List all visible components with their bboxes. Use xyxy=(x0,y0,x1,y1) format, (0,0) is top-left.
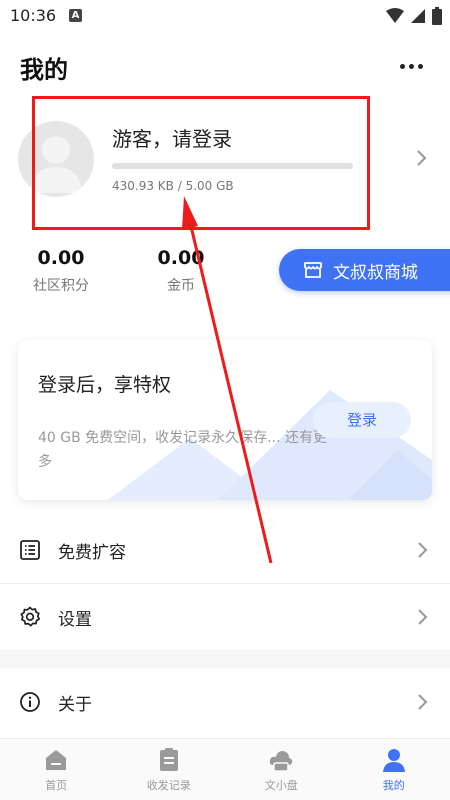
menu-item-about[interactable]: 关于 xyxy=(0,670,450,734)
community-points-label: 社区积分 xyxy=(33,278,89,294)
tab-profile[interactable]: 我的 xyxy=(338,739,450,800)
cloud-disk-icon xyxy=(270,751,293,772)
chevron-right-icon xyxy=(418,609,428,625)
community-points-stat[interactable]: 0.00 社区积分 xyxy=(24,247,98,295)
menu-item-settings[interactable]: 设置 xyxy=(0,585,450,649)
coins-label: 金币 xyxy=(167,278,195,294)
avatar-placeholder-icon xyxy=(30,136,82,193)
tab-label: 首页 xyxy=(45,779,68,792)
shop-button-label: 文叔叔商城 xyxy=(333,262,418,283)
section-gap xyxy=(0,650,450,668)
menu-item-label: 设置 xyxy=(58,610,92,630)
more-horizontal-icon xyxy=(399,63,405,69)
login-card-title: 登录后，享特权 xyxy=(38,374,172,396)
notification-icon: A xyxy=(69,9,82,22)
chevron-right-icon xyxy=(417,150,427,166)
login-button[interactable]: 登录 xyxy=(313,402,411,438)
tab-label: 收发记录 xyxy=(146,779,191,792)
profile-login-row[interactable]: 游客，请登录 430.93 KB / 5.00 GB xyxy=(0,100,450,230)
status-icons xyxy=(386,7,442,25)
status-time: 10:36 xyxy=(10,6,57,25)
tab-home[interactable]: 首页 xyxy=(0,739,113,800)
community-points-value: 0.00 xyxy=(37,247,85,269)
wifi-icon xyxy=(386,8,404,23)
person-icon xyxy=(382,749,405,772)
list-icon xyxy=(20,540,40,560)
home-icon xyxy=(46,750,67,770)
clipboard-icon xyxy=(159,748,178,771)
signal-icon xyxy=(411,9,425,23)
menu-item-free-expansion[interactable]: 免费扩容 xyxy=(0,518,450,582)
bottom-tab-bar: 首页 收发记录 文小盘 我的 xyxy=(0,738,450,800)
status-bar: 10:36 A xyxy=(0,0,450,34)
storage-progress-bar xyxy=(112,163,353,169)
chevron-right-icon xyxy=(418,694,428,710)
gear-icon xyxy=(20,606,41,627)
info-icon xyxy=(20,692,40,712)
coins-value: 0.00 xyxy=(157,247,205,269)
tab-records[interactable]: 收发记录 xyxy=(113,739,226,800)
avatar[interactable] xyxy=(18,121,94,197)
coins-stat[interactable]: 0.00 金币 xyxy=(148,247,214,295)
chevron-right-icon xyxy=(418,542,428,558)
divider xyxy=(0,583,450,584)
login-promo-card: 登录后，享特权 40 GB 免费空间，收发记录永久保存... 还有更多 登录 xyxy=(18,340,432,500)
battery-icon xyxy=(432,7,442,25)
shop-button[interactable]: 文叔叔商城 xyxy=(279,249,450,291)
menu-item-label: 关于 xyxy=(58,695,92,715)
tab-label: 我的 xyxy=(382,779,405,792)
store-icon xyxy=(304,262,322,278)
more-options-button[interactable] xyxy=(396,56,426,76)
login-card-description: 40 GB 免费空间，收发记录永久保存... 还有更多 xyxy=(38,430,327,470)
storage-usage-text: 430.93 KB / 5.00 GB xyxy=(112,179,234,193)
tab-label: 文小盘 xyxy=(264,779,298,792)
tab-cloud-disk[interactable]: 文小盘 xyxy=(225,739,338,800)
page-title: 我的 xyxy=(20,56,68,84)
guest-login-prompt[interactable]: 游客，请登录 xyxy=(112,123,232,152)
menu-item-label: 免费扩容 xyxy=(58,543,126,563)
